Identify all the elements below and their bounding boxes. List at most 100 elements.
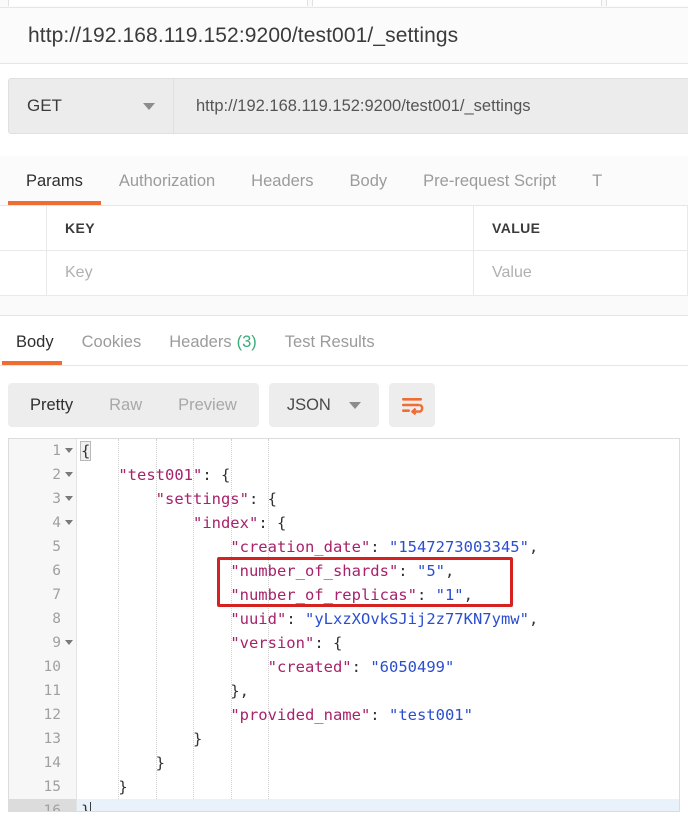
line-number: 15 — [43, 779, 61, 795]
code-line[interactable]: "settings": { — [77, 487, 679, 511]
code-line-text: "created": "6050499" — [267, 658, 455, 676]
response-tab-label: Headers — [169, 332, 232, 351]
response-tab-test-results[interactable]: Test Results — [271, 319, 389, 365]
chevron-down-icon — [348, 401, 361, 409]
window-tab[interactable] — [606, 0, 688, 6]
page-title: http://192.168.119.152:9200/test001/_set… — [28, 23, 459, 47]
tab-label: Pre-request Script — [423, 171, 557, 190]
headers-count-badge: (3) — [236, 332, 257, 351]
view-mode-preview[interactable]: Preview — [160, 386, 255, 424]
tab-body[interactable]: Body — [332, 157, 406, 205]
chevron-down-icon — [143, 102, 155, 110]
url-input[interactable]: http://192.168.119.152:9200/test001/_set… — [174, 78, 688, 134]
line-number: 7 — [52, 587, 61, 603]
code-line[interactable]: } — [77, 799, 679, 811]
request-title-bar: http://192.168.119.152:9200/test001/_set… — [0, 8, 688, 64]
code-line-text: } — [118, 778, 128, 796]
code-line-text: } — [77, 799, 92, 811]
code-line[interactable]: { — [77, 439, 679, 463]
window-tab[interactable] — [312, 0, 602, 6]
code-line-text: } — [192, 730, 203, 748]
view-mode-pretty[interactable]: Pretty — [12, 386, 91, 424]
window-tab[interactable] — [8, 0, 308, 6]
tab-authorization[interactable]: Authorization — [101, 157, 233, 205]
code-line-text: { — [79, 441, 92, 461]
code-line-text: "test001": { — [118, 466, 231, 484]
response-tab-body[interactable]: Body — [2, 319, 68, 365]
response-format-label: JSON — [286, 395, 331, 414]
params-key-column-header: KEY — [47, 206, 474, 251]
gutter-row: 7 — [9, 583, 76, 607]
fold-toggle-icon[interactable] — [65, 472, 73, 477]
param-value-input[interactable]: Value — [474, 251, 688, 296]
code-line[interactable]: } — [77, 775, 679, 799]
gutter-row: 15 — [9, 775, 76, 799]
panel-divider — [0, 296, 688, 316]
tab-params[interactable]: Params — [8, 157, 101, 205]
code-line-text: "provided_name": "test001" — [230, 706, 473, 724]
response-body-editor[interactable]: 1 2 3 4 5 6 7 8 9 10 11 12 13 14 15 16 { "test001": { "… — [8, 438, 680, 812]
word-wrap-button[interactable] — [388, 383, 435, 427]
fold-toggle-icon[interactable] — [65, 448, 73, 453]
gutter-row: 1 — [9, 439, 76, 463]
url-bar: GET http://192.168.119.152:9200/test001/… — [8, 78, 688, 134]
tab-pre-request-script[interactable]: Pre-request Script — [405, 157, 574, 205]
code-line[interactable]: "created": "6050499" — [77, 655, 679, 679]
line-number: 13 — [43, 731, 61, 747]
code-line[interactable]: "creation_date": "1547273003345", — [77, 535, 679, 559]
table-row[interactable]: Key Value — [0, 251, 688, 296]
tab-label: Authorization — [118, 171, 216, 190]
param-enabled-checkbox[interactable] — [0, 251, 47, 296]
code-line[interactable]: } — [77, 727, 679, 751]
code-line[interactable]: }, — [77, 679, 679, 703]
tab-headers[interactable]: Headers — [233, 157, 331, 205]
url-input-value: http://192.168.119.152:9200/test001/_set… — [196, 96, 531, 115]
line-number: 3 — [52, 491, 61, 507]
fold-toggle-icon[interactable] — [65, 640, 73, 645]
code-line-text: "settings": { — [155, 490, 278, 508]
tab-t[interactable]: T — [574, 157, 620, 205]
line-number-gutter[interactable]: 1 2 3 4 5 6 7 8 9 10 11 12 13 14 15 16 — [9, 439, 77, 811]
request-tab-strip[interactable] — [0, 0, 688, 8]
line-number: 9 — [52, 635, 61, 651]
code-line[interactable]: } — [77, 751, 679, 775]
response-tab-cookies[interactable]: Cookies — [68, 319, 156, 365]
http-method-label: GET — [27, 96, 62, 115]
code-line[interactable]: "index": { — [77, 511, 679, 535]
code-line[interactable]: "uuid": "yLxzXOvkSJij2z77KN7ymw", — [77, 607, 679, 631]
response-format-select[interactable]: JSON — [268, 383, 379, 427]
tab-label: Body — [349, 171, 388, 190]
line-number: 12 — [43, 707, 61, 723]
line-number: 5 — [52, 539, 61, 555]
response-toolbar: Pretty Raw Preview JSON — [8, 382, 680, 428]
fold-toggle-icon[interactable] — [65, 496, 73, 501]
code-line[interactable]: "provided_name": "test001" — [77, 703, 679, 727]
code-line[interactable]: "number_of_shards": "5", — [77, 559, 679, 583]
tab-label: Params — [26, 171, 83, 190]
http-method-select[interactable]: GET — [8, 78, 174, 134]
fold-toggle-icon[interactable] — [65, 520, 73, 525]
gutter-row: 16 — [9, 799, 76, 811]
code-line-text: }, — [230, 682, 249, 700]
gutter-row: 3 — [9, 487, 76, 511]
param-key-input[interactable]: Key — [47, 251, 474, 296]
json-code-area[interactable]: { "test001": { "settings": { "index": { … — [77, 439, 679, 811]
params-value-column-header: VALUE — [474, 206, 688, 251]
response-tab-label: Cookies — [81, 332, 142, 351]
line-number: 4 — [52, 515, 61, 531]
gutter-row: 13 — [9, 727, 76, 751]
code-line[interactable]: "number_of_replicas": "1", — [77, 583, 679, 607]
code-line-text: "index": { — [192, 514, 287, 532]
line-number: 14 — [43, 755, 61, 771]
gutter-row: 14 — [9, 751, 76, 775]
gutter-row: 8 — [9, 607, 76, 631]
word-wrap-icon — [401, 398, 424, 415]
gutter-row: 6 — [9, 559, 76, 583]
code-line[interactable]: "version": { — [77, 631, 679, 655]
view-mode-raw[interactable]: Raw — [91, 386, 160, 424]
tab-label: Headers — [251, 171, 314, 190]
response-tab-headers[interactable]: Headers (3) — [155, 319, 271, 365]
response-tabs: Body Cookies Headers (3) Test Results — [0, 318, 688, 366]
response-tab-label: Test Results — [284, 332, 375, 351]
code-line[interactable]: "test001": { — [77, 463, 679, 487]
